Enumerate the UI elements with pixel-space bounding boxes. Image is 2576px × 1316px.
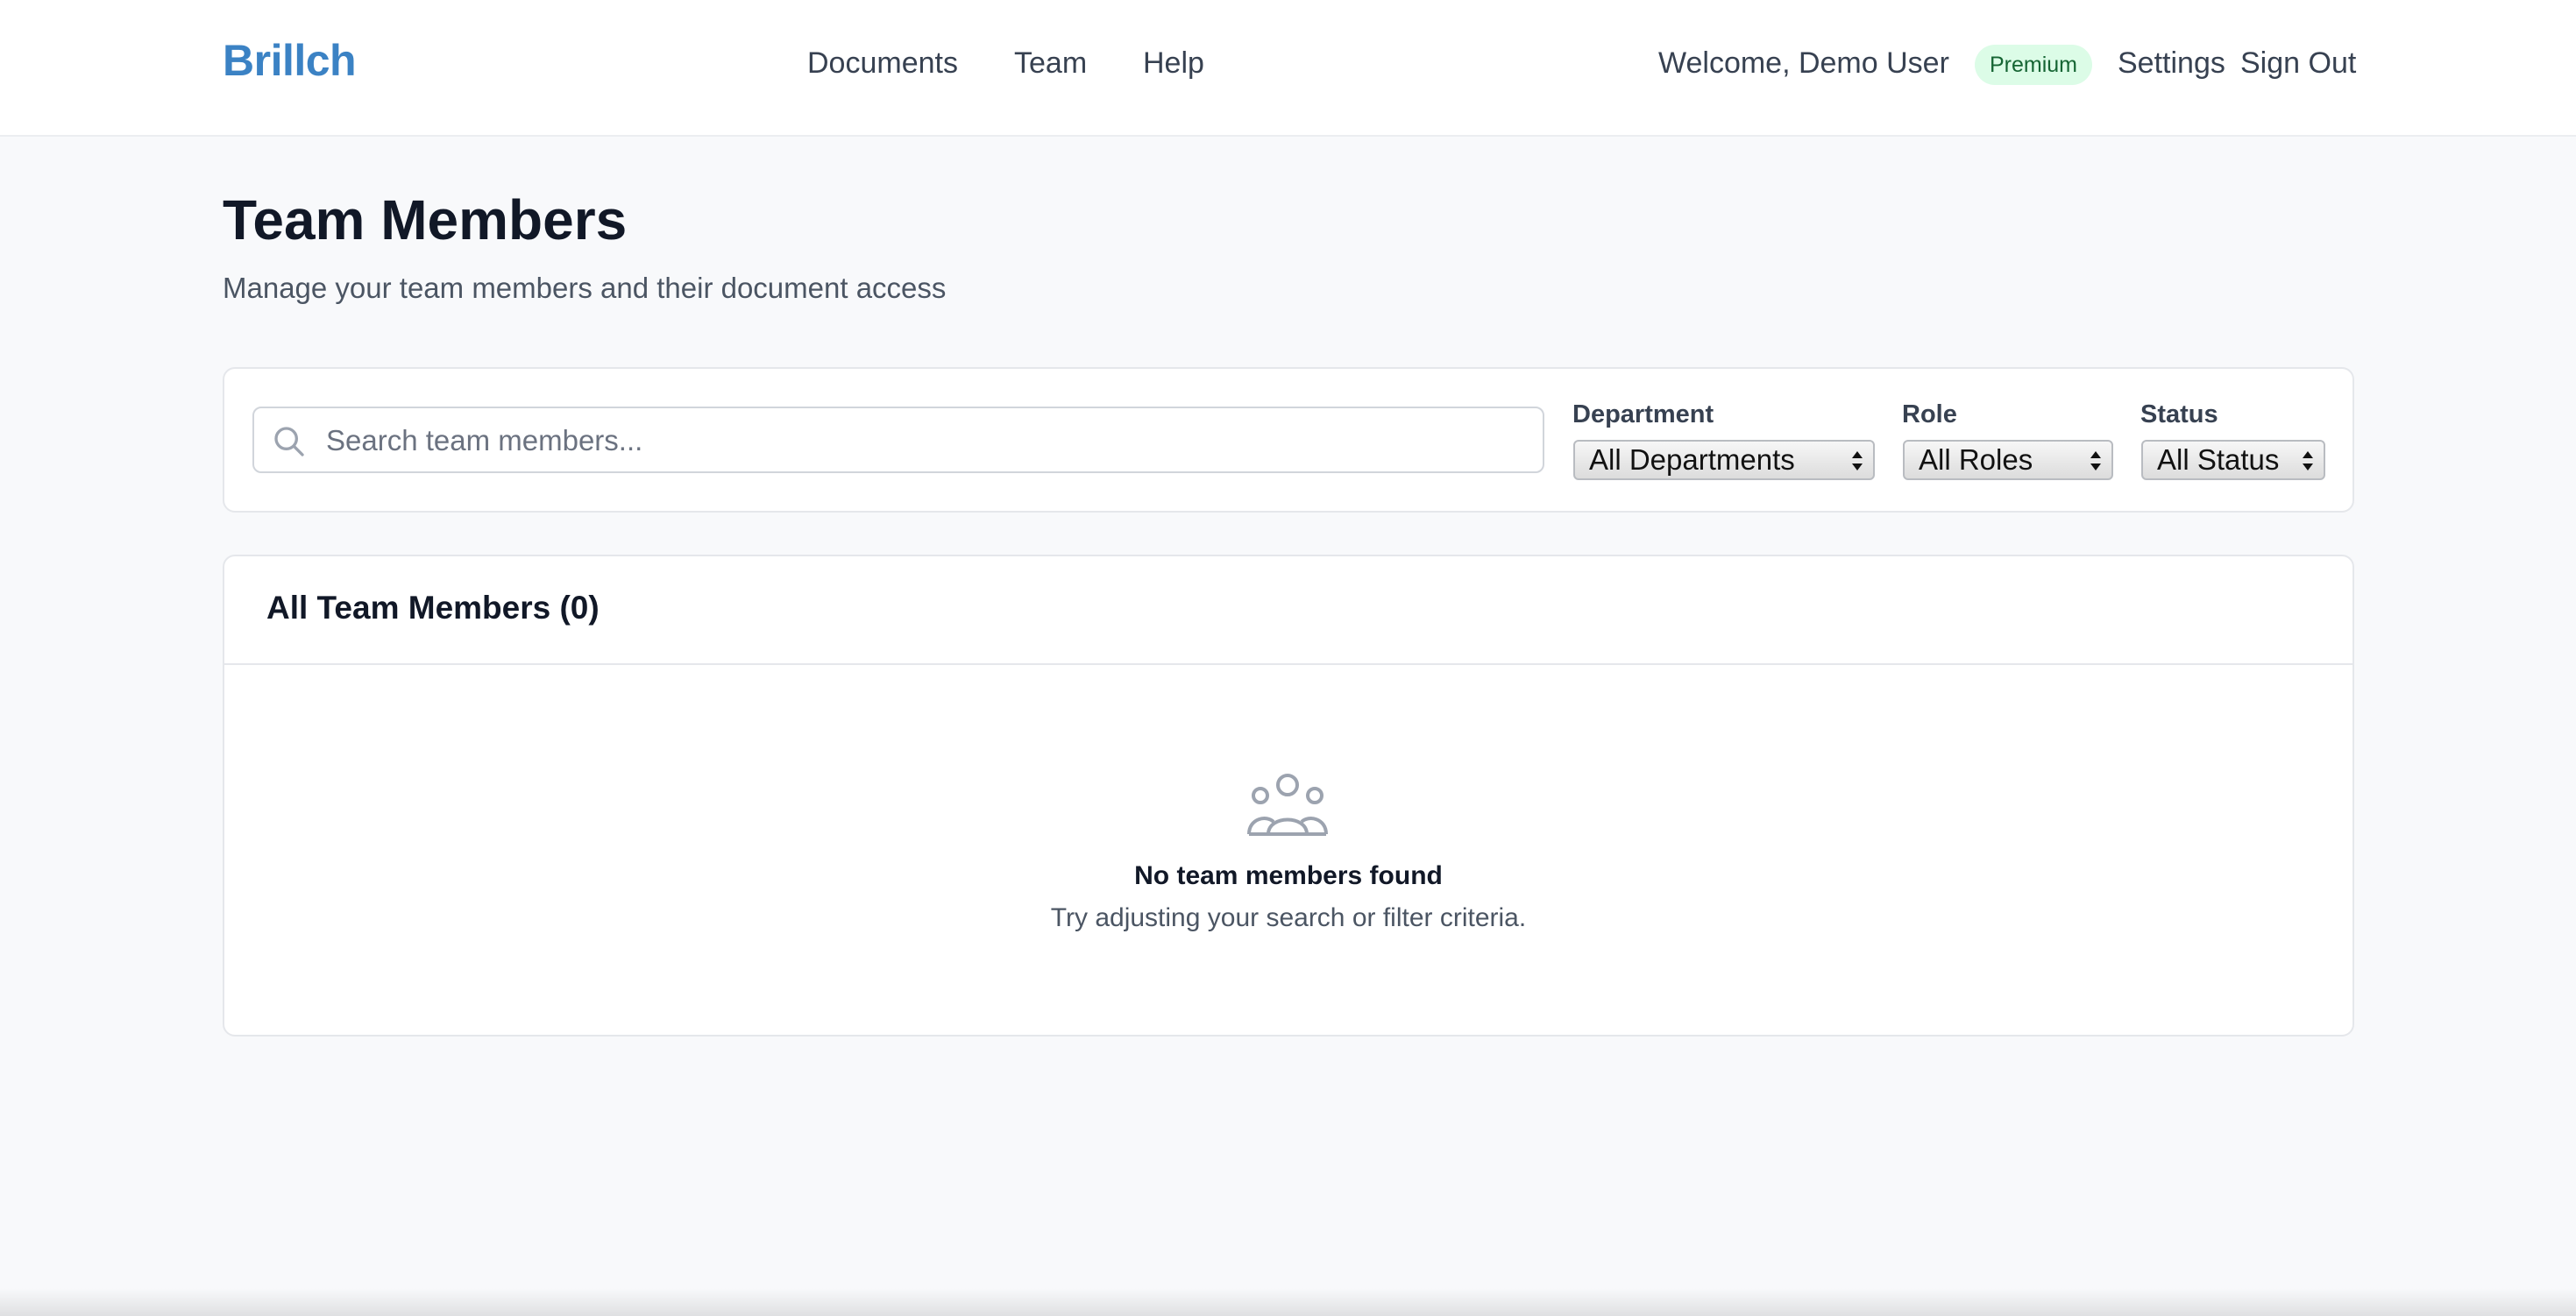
- users-group-icon: [1247, 774, 1328, 836]
- team-list-panel: All Team Members (0) No team members fou…: [223, 555, 2354, 1037]
- search-box[interactable]: [252, 407, 1544, 473]
- brand-logo[interactable]: Brillch: [223, 35, 357, 86]
- nav-documents[interactable]: Documents: [807, 46, 958, 81]
- window-bottom-edge: [0, 1288, 2576, 1316]
- team-list-header: All Team Members (0): [224, 556, 2352, 665]
- role-label: Role: [1902, 400, 1957, 428]
- department-select[interactable]: All Departments: [1573, 440, 1875, 480]
- status-select[interactable]: All Status: [2141, 440, 2325, 480]
- role-select[interactable]: All Roles: [1903, 440, 2113, 480]
- top-navbar: Brillch Documents Team Help Welcome, Dem…: [0, 0, 2576, 137]
- empty-state-subtitle: Try adjusting your search or filter crit…: [1050, 903, 1527, 932]
- nav-team[interactable]: Team: [1014, 46, 1087, 81]
- team-list-title: All Team Members (0): [266, 590, 600, 626]
- plan-badge: Premium: [1975, 45, 2093, 85]
- role-selected: All Roles: [1919, 443, 2033, 476]
- settings-link[interactable]: Settings: [2118, 46, 2225, 81]
- welcome-text: Welcome, Demo User: [1658, 46, 1949, 80]
- department-selected: All Departments: [1589, 443, 1795, 476]
- filter-panel: Department All Departments Role All Role…: [223, 367, 2354, 513]
- sign-out-link[interactable]: Sign Out: [2240, 46, 2356, 81]
- select-arrows-icon: [2303, 451, 2313, 471]
- department-label: Department: [1572, 400, 1714, 428]
- page-subtitle: Manage your team members and their docum…: [223, 272, 947, 304]
- select-arrows-icon: [1852, 451, 1863, 471]
- status-label: Status: [2140, 400, 2218, 428]
- page-title: Team Members: [223, 188, 628, 251]
- select-arrows-icon: [2090, 451, 2101, 471]
- search-input[interactable]: [324, 408, 1537, 473]
- status-selected: All Status: [2157, 443, 2280, 476]
- nav-help[interactable]: Help: [1143, 46, 1204, 81]
- empty-state-title: No team members found: [1134, 861, 1443, 890]
- search-icon: [274, 427, 304, 456]
